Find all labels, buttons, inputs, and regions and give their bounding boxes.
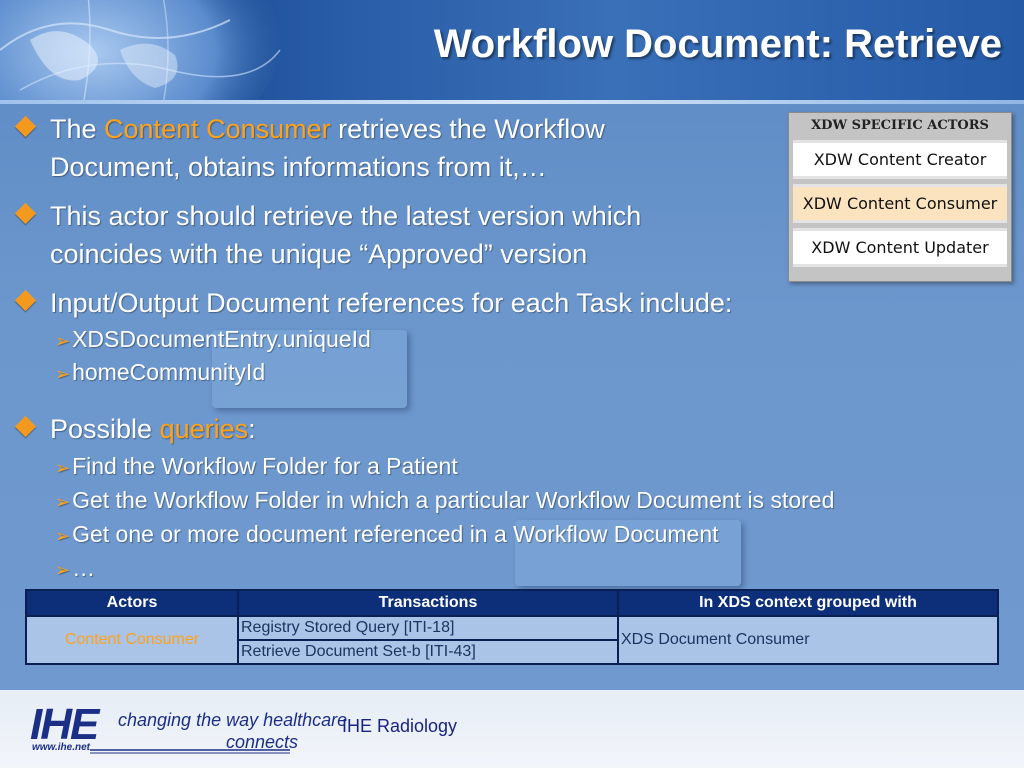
bullet-content-consumer: The Content Consumer retrieves the Workf… [14,110,774,186]
globe-graphic [0,0,281,100]
actor-content-consumer: XDW Content Consumer [793,184,1007,223]
arrow-bullet-icon: ➢ [55,364,71,384]
actor-content-updater: XDW Content Updater [793,228,1007,267]
sub-item: ➢XDSDocumentEntry.uniqueId [55,326,371,352]
highlight-content-consumer: Content Consumer [104,114,331,144]
arrow-bullet-icon: ➢ [55,492,71,512]
footer: IHE www.ihe.net changing the way healthc… [0,690,1024,768]
actors-transactions-table: Actors Transactions In XDS context group… [25,589,999,665]
arrow-bullet-icon: ➢ [55,560,71,580]
arrow-bullet-icon: ➢ [55,331,71,351]
xdw-actors-panel: XDW SPECIFIC ACTORS XDW Content Creator … [788,112,1012,282]
logo-tagline: changing the way healthcare [118,710,348,730]
table-row: Content Consumer Registry Stored Query [… [25,615,999,665]
sub-item: ➢… [55,555,96,581]
footer-label: IHE Radiology [342,716,458,736]
page-title: Workflow Document: Retrieve [433,22,1002,66]
header-band: Workflow Document: Retrieve [0,0,1024,100]
bullet-latest-version: This actor should retrieve the latest ve… [14,197,784,273]
cell-grouped-with: XDS Document Consumer [617,615,999,665]
table-header-row: Actors Transactions In XDS context group… [25,589,999,617]
arrow-bullet-icon: ➢ [55,458,71,478]
diamond-bullet-icon [14,202,37,225]
column-header-transactions: Transactions [237,589,619,617]
actors-panel-title: XDW SPECIFIC ACTORS [811,118,989,133]
logo-swoosh-icon [90,749,290,754]
sub-item: ➢Get one or more document referenced in … [55,521,719,547]
bullet-document-references: Input/Output Document references for eac… [14,284,1004,322]
arrow-bullet-icon: ➢ [55,526,71,546]
sub-item: ➢Get the Workflow Folder in which a part… [55,487,835,513]
diamond-bullet-icon [14,115,37,138]
ihe-logo: IHE www.ihe.net changing the way healthc… [30,702,347,760]
sub-item: ➢homeCommunityId [55,359,266,385]
cell-transaction: Registry Stored Query [ITI-18] [237,615,619,641]
cell-transaction: Retrieve Document Set-b [ITI-43] [237,639,619,665]
bullet-possible-queries: Possible queries: [14,410,514,448]
header-divider [0,100,1024,104]
slide: Workflow Document: Retrieve The Content … [0,0,1024,690]
diamond-bullet-icon [14,289,37,312]
cell-actor: Content Consumer [25,615,239,665]
logo-url: www.ihe.net [32,742,90,753]
column-header-actors: Actors [25,589,239,617]
diamond-bullet-icon [14,415,37,438]
sub-item: ➢Find the Workflow Folder for a Patient [55,453,458,479]
highlight-queries: queries [159,414,249,444]
column-header-grouped-with: In XDS context grouped with [617,589,999,617]
actor-content-creator: XDW Content Creator [793,140,1007,179]
